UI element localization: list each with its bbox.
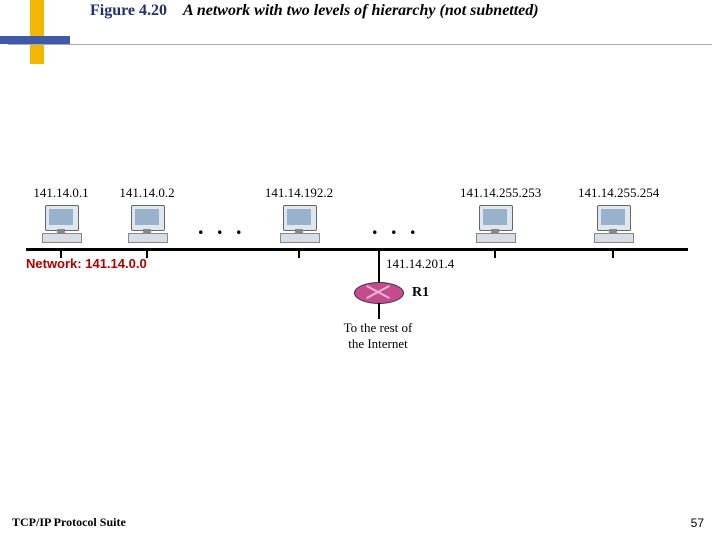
host-ip: 141.14.0.2 [112,185,182,201]
figure-title: Figure 4.20 A network with two levels of… [90,2,539,20]
corner-bar-vertical [30,0,44,64]
network-address-label: Network: 141.14.0.0 [26,256,147,271]
router-down-line [378,303,380,319]
computer-icon [42,205,80,241]
figure-caption: A network with two levels of hierarchy (… [183,2,539,19]
host-2: 141.14.0.2 [112,185,182,258]
router-note-line1: To the rest of [344,320,413,335]
corner-bar-horizontal [0,36,70,44]
host-4: 141.14.255.253 [460,185,530,258]
ellipsis-2: . . . [372,214,420,240]
host-5: 141.14.255.254 [578,185,648,258]
host-3: 141.14.192.2 [264,185,334,258]
drop-line [494,248,496,258]
router-note: To the rest of the Internet [318,320,438,352]
slide: Figure 4.20 A network with two levels of… [0,0,720,540]
router-icon [354,282,404,304]
computer-icon [280,205,318,241]
drop-line [612,248,614,258]
figure-number: Figure 4.20 [90,2,167,19]
drop-line [146,248,148,258]
title-divider [8,44,712,45]
drop-line [60,248,62,258]
host-ip: 141.14.0.1 [26,185,96,201]
corner-decoration [0,0,80,70]
page-number: 57 [691,516,704,530]
computer-icon [128,205,166,241]
ellipsis-1: . . . [198,214,246,240]
host-ip: 141.14.192.2 [264,185,334,201]
router-drop-line [378,251,380,283]
host-ip: 141.14.255.254 [578,185,648,201]
router-interface-ip: 141.14.201.4 [386,256,454,272]
host-ip: 141.14.255.253 [460,185,530,201]
drop-line [298,248,300,258]
computer-icon [594,205,632,241]
footer-text: TCP/IP Protocol Suite [12,515,126,530]
host-1: 141.14.0.1 [26,185,96,258]
computer-icon [476,205,514,241]
router-note-line2: the Internet [348,336,408,351]
router-name: R1 [412,285,429,301]
